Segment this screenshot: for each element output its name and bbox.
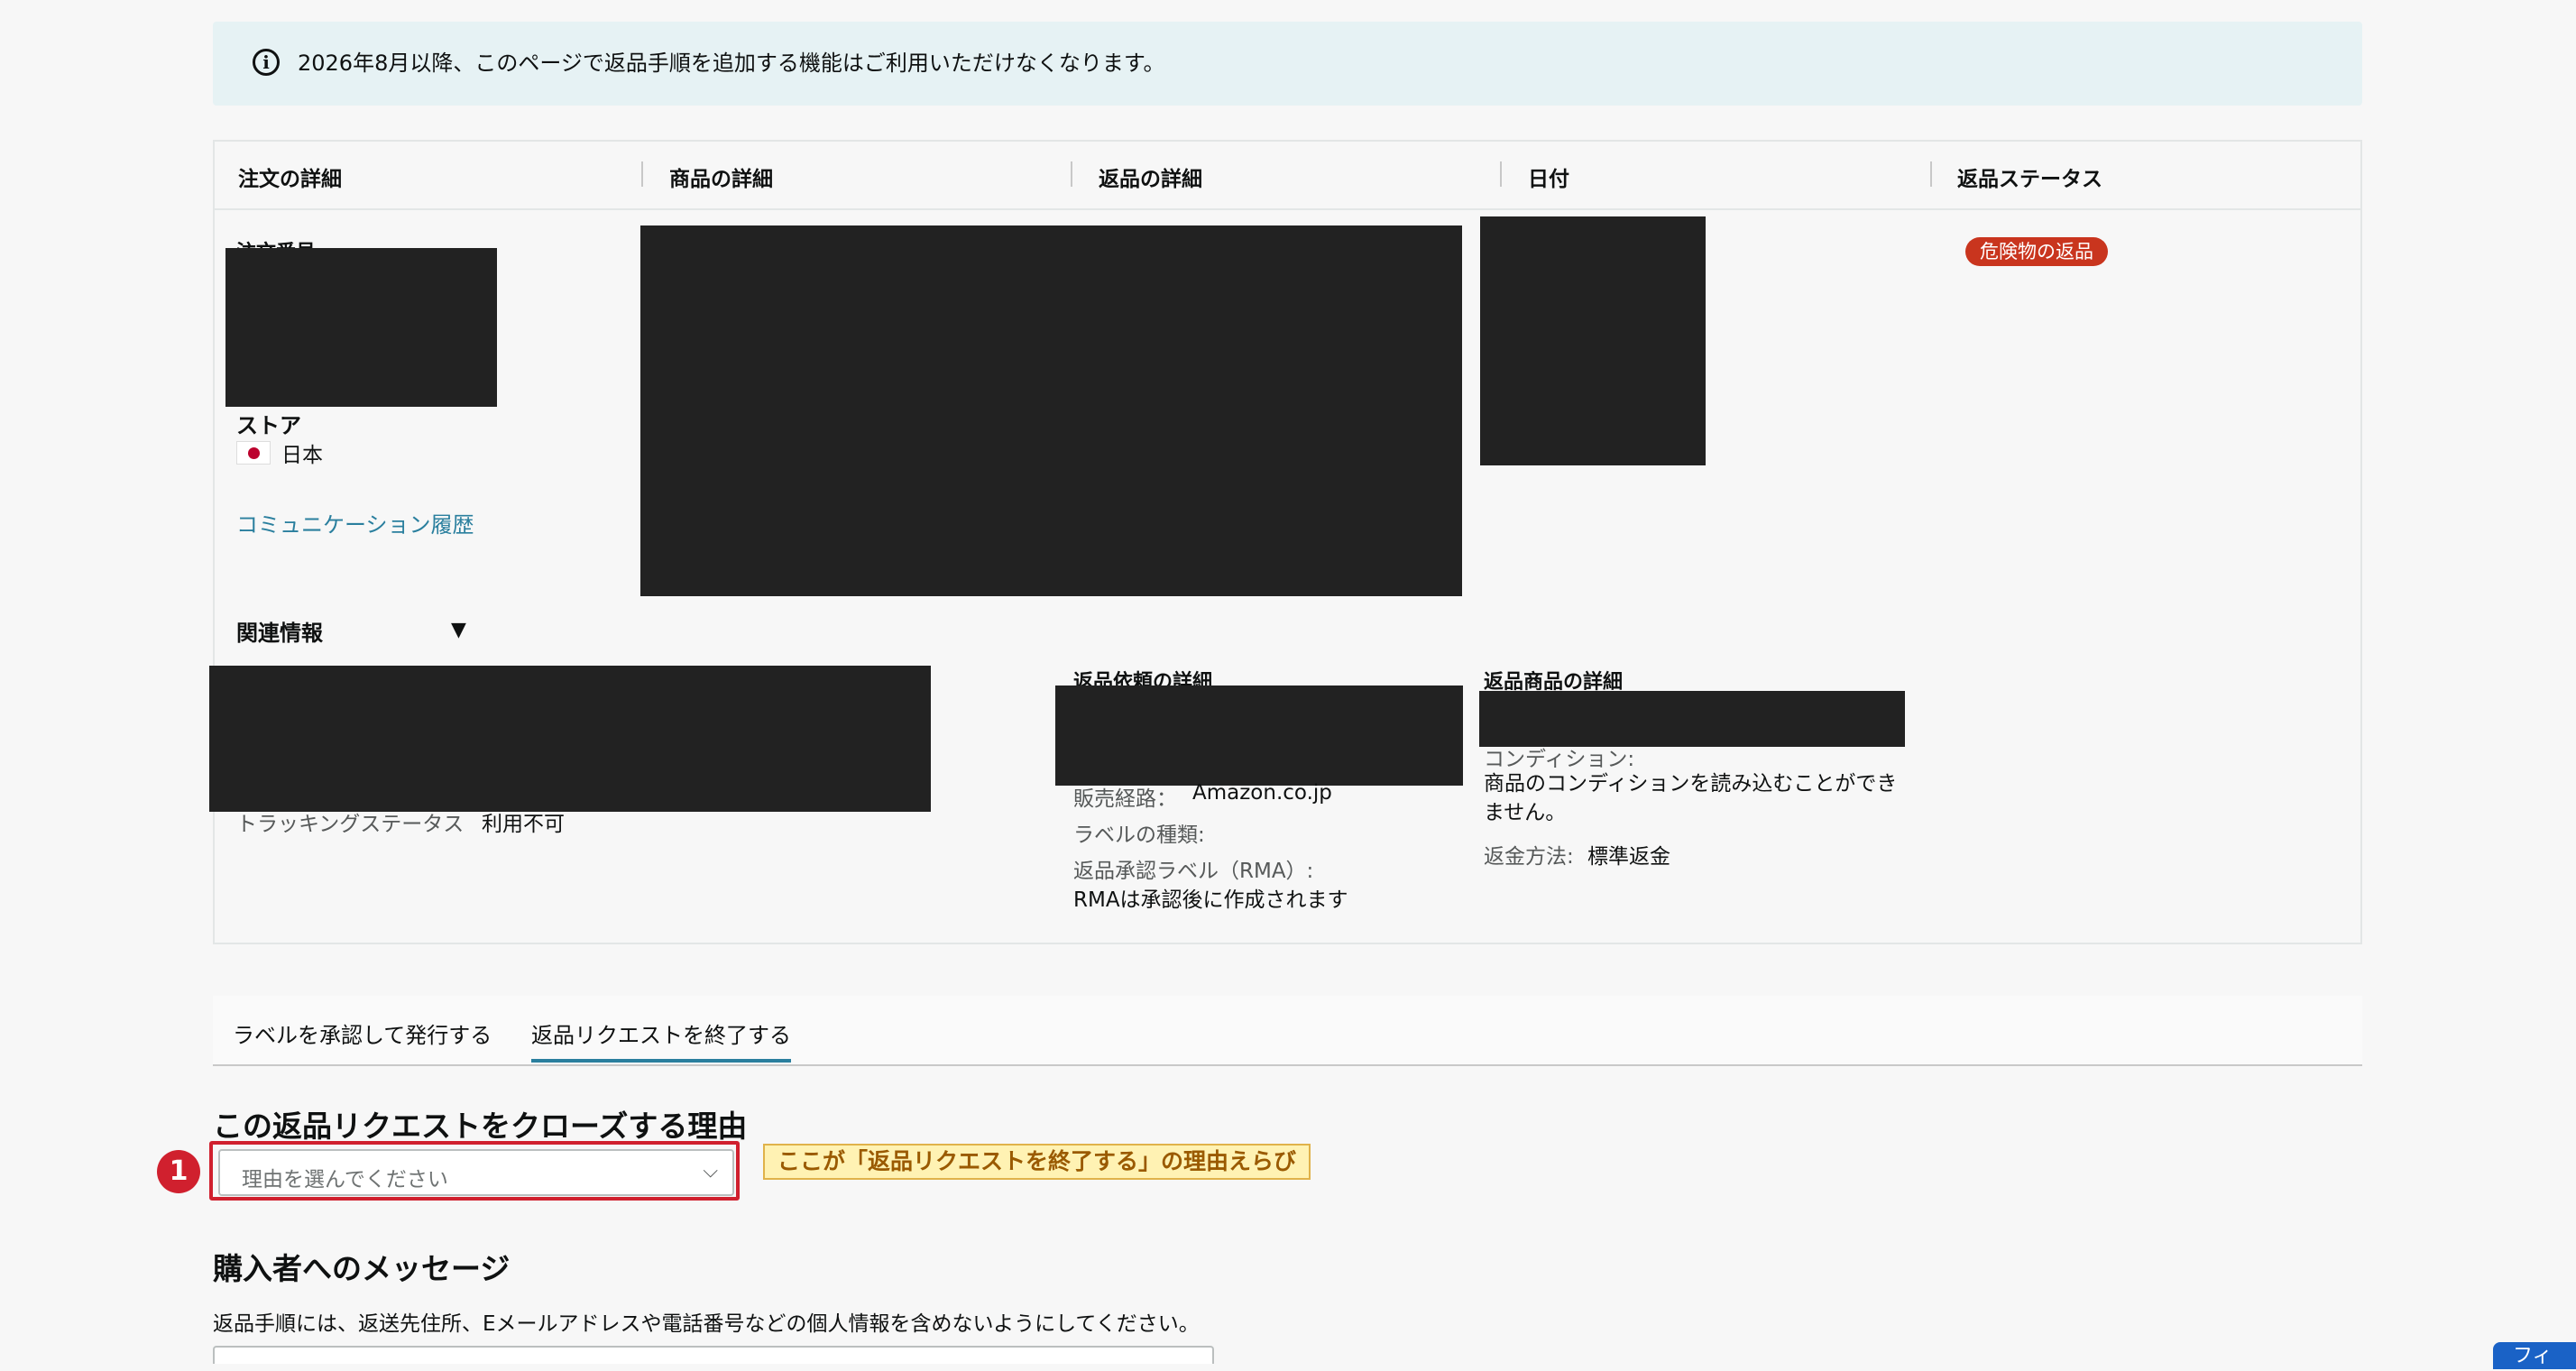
action-tabs: ラベルを承認して発行する 返品リクエストを終了する: [213, 996, 2362, 1066]
highlight-box: [209, 1141, 740, 1201]
tracking-status-label: トラッキングステータス: [236, 813, 465, 836]
header-divider: [1930, 161, 1932, 187]
related-info-toggle[interactable]: 関連情報: [236, 615, 323, 647]
buyer-message-title: 購入者へのメッセージ: [213, 1251, 511, 1286]
status-badge: 危険物の返品: [1965, 237, 2108, 266]
table-header: 注文の詳細 商品の詳細 返品の詳細 日付 返品ステータス: [215, 142, 2360, 210]
header-return-details: 返品の詳細: [1099, 168, 1202, 191]
japan-flag-icon: [236, 441, 271, 465]
rma-value: RMAは承認後に作成されます: [1073, 888, 1348, 912]
tracking-status-value: 利用不可: [482, 813, 565, 836]
store-value: 日本: [281, 444, 323, 467]
annotation-number: 1: [157, 1150, 200, 1193]
header-order-details: 注文の詳細: [238, 168, 342, 191]
header-divider: [641, 161, 643, 187]
close-reason-title: この返品リクエストをクローズする理由: [213, 1109, 748, 1144]
condition-value: 商品のコンディションを読み込むことができません。: [1484, 772, 1898, 824]
info-banner: i 2026年8月以降、このページで返品手順を追加する機能はご利用いただけなくな…: [213, 22, 2362, 106]
sales-channel-label: 販売経路：: [1073, 787, 1177, 811]
buyer-message-textarea[interactable]: [213, 1346, 1214, 1364]
store-label: ストア: [236, 413, 301, 438]
refund-method-label: 返金方法:: [1484, 845, 1574, 869]
header-divider: [1500, 161, 1502, 187]
refund-method-value: 標準返金: [1587, 845, 1670, 869]
tab-approve-label[interactable]: ラベルを承認して発行する: [233, 1017, 492, 1049]
redacted-return-request: [1055, 686, 1463, 786]
header-divider: [1071, 161, 1072, 187]
active-tab-indicator: [531, 1059, 791, 1063]
label-type-label: ラベルの種類:: [1073, 824, 1205, 847]
condition-label: コンディション:: [1484, 748, 1635, 771]
rma-label: 返品承認ラベル（RMA）:: [1073, 860, 1314, 883]
info-icon: i: [253, 49, 280, 76]
banner-text: 2026年8月以降、このページで返品手順を追加する機能はご利用いただけなくなりま…: [298, 51, 1165, 76]
header-return-status: 返品ステータス: [1957, 168, 2102, 191]
triangle-down-icon[interactable]: ▼: [451, 619, 466, 641]
feedback-button[interactable]: フィ: [2493, 1342, 2576, 1369]
tab-close-request[interactable]: 返品リクエストを終了する: [531, 1017, 791, 1049]
header-date: 日付: [1528, 168, 1569, 191]
redacted-order-info: [225, 248, 497, 407]
redacted-date: [1480, 216, 1706, 465]
annotation-note: ここが「返品リクエストを終了する」の理由えらび: [763, 1144, 1311, 1180]
buyer-message-hint: 返品手順には、返送先住所、Eメールアドレスや電話番号などの個人情報を含めないよう…: [213, 1312, 1200, 1336]
header-item-details: 商品の詳細: [669, 168, 773, 191]
communication-history-link[interactable]: コミュニケーション履歴: [236, 507, 474, 538]
sales-channel-value: Amazon.co.jp: [1192, 781, 1332, 805]
redacted-item-details: [640, 225, 1462, 596]
redacted-return-item: [1479, 691, 1905, 747]
redacted-related-info: [209, 666, 931, 812]
